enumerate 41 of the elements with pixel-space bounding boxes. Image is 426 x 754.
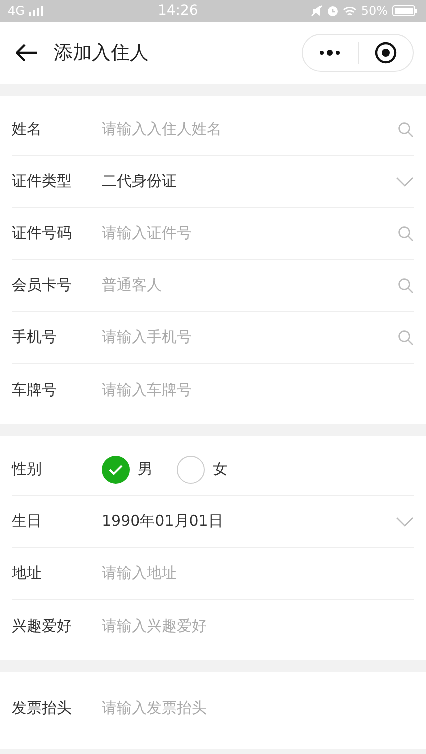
chevron-down-icon[interactable] [396,516,414,526]
radio-label: 男 [138,459,153,480]
picker-value[interactable]: 二代身份证 [102,170,396,193]
input-field[interactable]: 请输入车牌号 [102,378,414,402]
input-field[interactable]: 请输入地址 [102,562,414,585]
field-label: 发票抬头 [12,698,73,719]
battery-icon [392,5,418,17]
input-field[interactable]: 请输入兴趣爱好 [102,614,414,638]
search-icon[interactable] [398,330,414,346]
radio-button[interactable] [177,456,205,484]
close-mini-program-icon[interactable] [374,42,397,64]
field-label: 生日 [12,511,43,532]
signal-icon [28,6,45,16]
field-label: 姓名 [12,119,43,140]
page-title: 添加入住人 [54,40,149,66]
field-label: 会员卡号 [12,275,73,296]
check-icon [108,464,124,476]
input-field[interactable]: 请输入手机号 [102,326,398,349]
more-icon[interactable] [319,50,342,56]
mute-icon [311,5,324,17]
back-arrow-icon[interactable] [16,44,38,62]
field-label: 兴趣爱好 [12,616,73,637]
picker-value[interactable]: 1990年01月01日 [102,510,396,533]
chevron-down-icon[interactable] [396,176,414,186]
field-label: 证件号码 [12,223,73,244]
alarm-icon [327,5,340,17]
radio-button[interactable] [102,456,130,484]
input-field[interactable]: 请输入证件号 [102,222,398,245]
wifi-icon [343,6,358,16]
search-icon[interactable] [398,122,414,138]
input-field[interactable]: 普通客人 [102,274,398,297]
field-label: 地址 [12,563,43,584]
field-label: 性别 [12,459,43,480]
search-icon[interactable] [398,278,414,294]
input-field[interactable]: 请输入入住人姓名 [102,118,398,141]
field-label: 车牌号 [12,380,58,401]
input-field[interactable]: 请输入发票抬头 [102,696,414,720]
radio-label: 女 [213,459,228,480]
field-label: 手机号 [12,327,58,348]
field-label: 证件类型 [12,171,73,192]
search-icon[interactable] [398,226,414,242]
